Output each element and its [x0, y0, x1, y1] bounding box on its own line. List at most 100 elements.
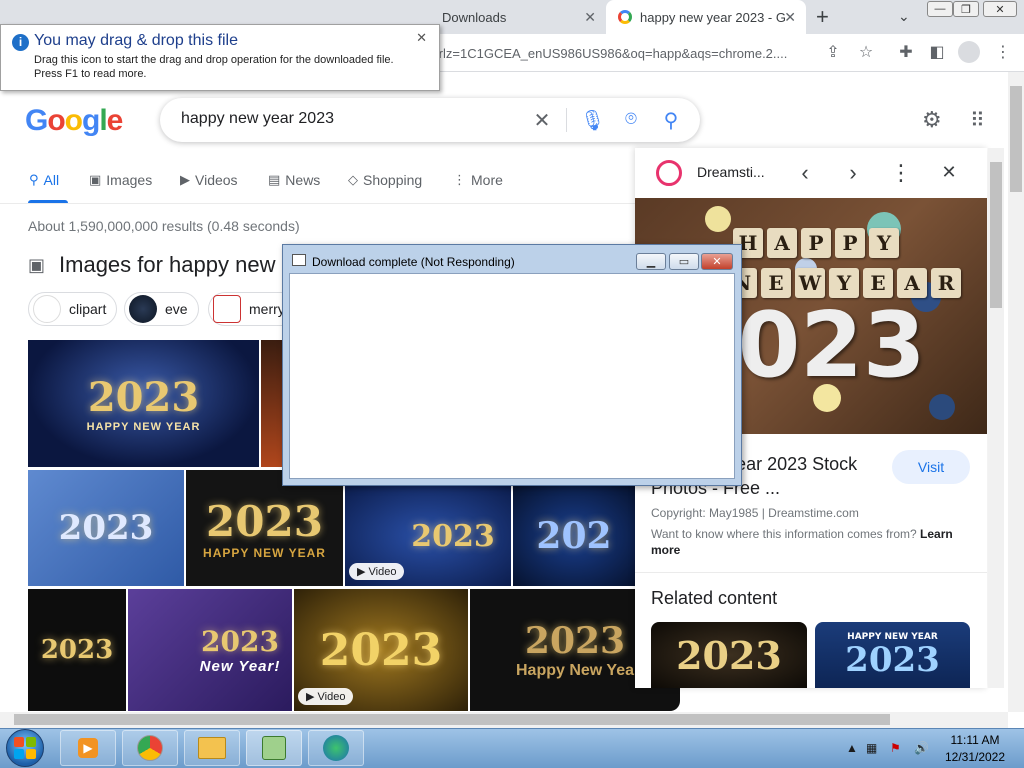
related-content-heading: Related content: [651, 588, 778, 608]
google-doodle-logo[interactable]: Google: [25, 104, 123, 138]
dialog-title: Download complete (Not Responding): [312, 255, 515, 269]
horizontal-scrollbar-thumb[interactable]: [14, 714, 890, 725]
previous-chevron-icon[interactable]: ‹: [793, 160, 817, 186]
nav-more-label: More: [471, 172, 503, 188]
search-icon[interactable]: ⚲: [659, 108, 683, 133]
panel-info-question-text: Want to know where this information come…: [651, 527, 917, 541]
video-badge: ▶ Video: [349, 563, 405, 580]
tab-search-chevron-icon[interactable]: ⌄: [898, 8, 910, 25]
window-app-icon: [292, 254, 306, 266]
search-input[interactable]: happy new year 2023: [181, 110, 334, 128]
image-year-text: 202: [536, 515, 612, 557]
clear-search-icon[interactable]: ✕: [530, 108, 554, 133]
taskbar-file-explorer-icon[interactable]: [184, 730, 240, 766]
next-chevron-icon[interactable]: ›: [841, 160, 865, 186]
image-result[interactable]: 2023 ▶ Video: [294, 589, 468, 711]
visit-button[interactable]: Visit: [892, 450, 970, 484]
clock-date[interactable]: 12/31/2022: [940, 750, 1010, 764]
image-result[interactable]: 2023: [28, 589, 126, 711]
light-bulb: [705, 206, 731, 232]
image-result[interactable]: 202: [513, 486, 635, 586]
window-restore-button[interactable]: ❐: [953, 1, 979, 17]
tab-google-search[interactable]: happy new year 2023 - G ✕: [606, 0, 806, 34]
dialog-minimize-button[interactable]: ▁: [636, 253, 666, 270]
page-scrollbar-thumb[interactable]: [1010, 86, 1022, 192]
close-tab-google-icon[interactable]: ✕: [784, 9, 796, 26]
nav-tab-more[interactable]: ⋮ More: [453, 172, 503, 188]
nav-news-label: News: [285, 172, 321, 188]
extensions-puzzle-icon[interactable]: ✚: [895, 42, 917, 62]
action-center-flag-icon[interactable]: ⚑: [890, 741, 901, 755]
window-minimize-button[interactable]: —: [927, 1, 953, 17]
folder-icon: [198, 737, 226, 759]
panel-source-name[interactable]: Dreamsti...: [697, 164, 765, 180]
related-image[interactable]: HAPPY NEW YEAR 2023: [815, 622, 970, 688]
globe-download-icon: [323, 735, 349, 761]
chip-eve[interactable]: eve: [124, 292, 199, 326]
lens-camera-icon[interactable]: ⌾: [619, 108, 643, 131]
new-tab-button[interactable]: +: [816, 4, 829, 30]
dialog-content-area: [289, 273, 735, 479]
notification-close-icon[interactable]: ✕: [416, 30, 427, 46]
chip-clipart[interactable]: clipart: [28, 292, 118, 326]
chip-eve-thumb: [129, 295, 157, 323]
chip-clipart-label: clipart: [69, 301, 107, 317]
image-result[interactable]: 2023 HAPPY NEW YEAR: [28, 340, 259, 467]
panel-scrollbar-thumb[interactable]: [990, 162, 1002, 308]
nav-tab-images[interactable]: ▣ Images: [89, 172, 152, 188]
panel-close-icon[interactable]: ✕: [937, 162, 961, 183]
google-favicon-icon: [618, 10, 632, 24]
image-year-text: 2023: [411, 518, 495, 554]
window-close-button[interactable]: ✕: [983, 1, 1017, 17]
volume-icon[interactable]: 🔊: [914, 741, 929, 755]
close-tab-downloads-icon[interactable]: ✕: [584, 9, 596, 26]
tab-downloads[interactable]: Downloads ✕: [440, 0, 606, 34]
show-hidden-icons-icon[interactable]: ▲: [846, 741, 858, 755]
image-result[interactable]: 2023: [28, 470, 184, 586]
chrome-menu-icon[interactable]: ⋮: [992, 42, 1014, 62]
nav-tab-videos[interactable]: ▶ Videos: [180, 172, 238, 188]
share-icon[interactable]: ⇪: [822, 42, 844, 62]
panel-divider: [635, 572, 987, 573]
chrome-icon: [137, 735, 163, 761]
dialog-maximize-button[interactable]: ▭: [669, 253, 699, 270]
chip-merry[interactable]: merry: [208, 292, 289, 326]
side-panel-icon[interactable]: ◧: [926, 42, 948, 62]
image-icon: ▣: [28, 254, 46, 275]
news-icon: ▤: [268, 172, 281, 187]
images-section-heading[interactable]: ▣ Images for happy new: [28, 252, 275, 278]
image-year-text: 2023: [201, 625, 279, 658]
related-image[interactable]: 2023: [651, 622, 807, 688]
clock-time[interactable]: 11:11 AM: [940, 733, 1010, 747]
profile-avatar-icon[interactable]: [958, 41, 980, 63]
result-stats: About 1,590,000,000 results (0.48 second…: [28, 218, 300, 234]
video-badge-label: Video: [368, 566, 397, 578]
image-year-text: 2023: [58, 508, 154, 548]
letter-tile: Y: [869, 228, 899, 258]
image-year-text: 2023: [319, 624, 443, 676]
image-result[interactable]: 2023 HAPPY NEW YEAR: [186, 470, 343, 586]
nav-tab-shopping[interactable]: ◇ Shopping: [348, 172, 422, 188]
taskbar-download-app-icon[interactable]: [246, 730, 302, 766]
google-apps-grid-icon[interactable]: ⠿: [970, 108, 985, 133]
more-dots-icon: ⋮: [453, 172, 466, 187]
bookmark-star-icon[interactable]: ☆: [855, 42, 877, 62]
voice-search-mic-icon[interactable]: 🎙: [580, 108, 605, 133]
panel-more-options-icon[interactable]: ⋮: [889, 160, 913, 186]
taskbar-chrome-icon[interactable]: [122, 730, 178, 766]
info-icon: i: [12, 34, 29, 51]
image-result[interactable]: 2023 ▶ Video: [345, 486, 511, 586]
address-bar[interactable]: &rlz=1C1GCEA_enUS986US986&oq=happ&aqs=ch…: [430, 40, 810, 66]
image-result[interactable]: [261, 340, 283, 467]
chip-clipart-thumb: [33, 295, 61, 323]
settings-gear-icon[interactable]: ⚙: [922, 107, 942, 133]
nav-tab-news[interactable]: ▤ News: [268, 172, 320, 188]
taskbar-idm-icon[interactable]: [308, 730, 364, 766]
dialog-close-button[interactable]: ✕: [701, 253, 733, 270]
network-icon[interactable]: ▦: [866, 741, 877, 755]
nav-tab-all[interactable]: ⚲ All: [29, 172, 59, 188]
play-icon: ▶: [78, 738, 98, 758]
image-result[interactable]: 2023 New Year!: [128, 589, 292, 711]
taskbar-media-player-icon[interactable]: ▶: [60, 730, 116, 766]
tab-google-label: happy new year 2023 - G: [640, 9, 786, 25]
